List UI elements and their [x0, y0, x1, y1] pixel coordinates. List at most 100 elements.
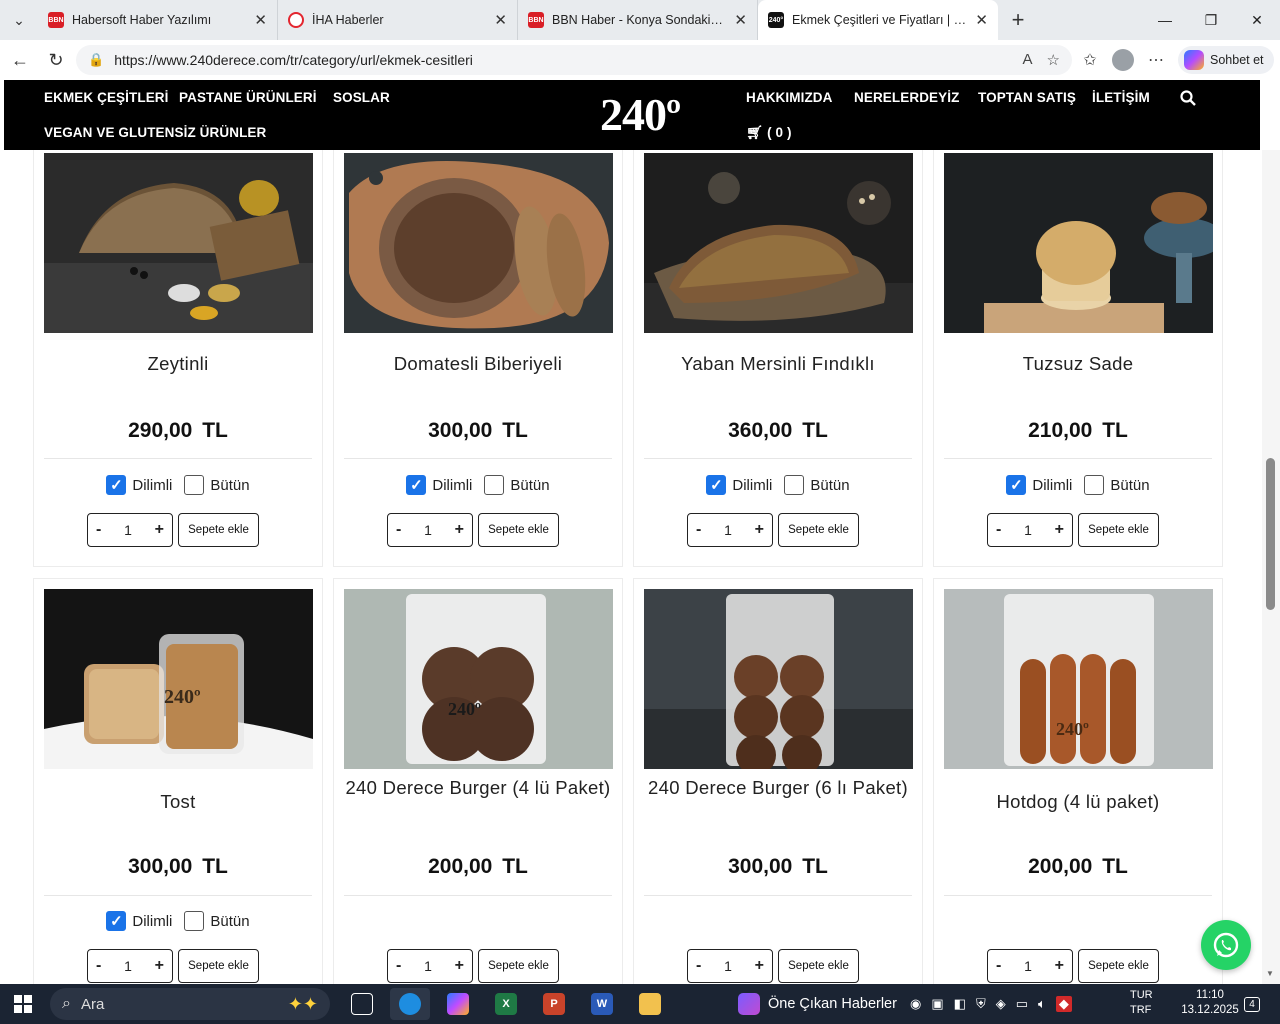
quantity-value[interactable]: 1: [724, 958, 732, 974]
minimize-icon[interactable]: —: [1142, 0, 1188, 40]
tab-240derece[interactable]: 240° Ekmek Çeşitleri ve Fiyatları | 240 …: [758, 0, 998, 40]
add-to-cart-button[interactable]: Sepete ekle: [1078, 513, 1159, 547]
add-to-cart-button[interactable]: Sepete ekle: [478, 513, 559, 547]
checkbox-checked-icon[interactable]: ✓: [106, 475, 127, 495]
news-widget[interactable]: Öne Çıkan Haberler: [738, 988, 897, 1020]
option-butun[interactable]: Bütün: [184, 911, 250, 931]
refresh-icon[interactable]: ↻: [38, 42, 74, 78]
input-language-indicator[interactable]: TUR TRF: [1130, 988, 1153, 1018]
taskbar-clock[interactable]: 11:10 13.12.2025: [1180, 988, 1240, 1018]
nav-pastane-urunleri[interactable]: PASTANE ÜRÜNLERİ: [179, 90, 317, 105]
option-butun[interactable]: Bütün: [784, 475, 850, 495]
increase-button[interactable]: +: [155, 521, 164, 539]
tray-app-icon[interactable]: ◉: [910, 996, 921, 1012]
product-image-toast-bread[interactable]: 240º: [44, 589, 313, 769]
whatsapp-button[interactable]: [1201, 920, 1251, 970]
nav-soslar[interactable]: SOSLAR: [333, 90, 390, 105]
nav-nerelerdeyiz[interactable]: NERELERDEYİZ: [854, 90, 959, 105]
decrease-button[interactable]: -: [696, 957, 701, 975]
add-to-cart-button[interactable]: Sepete ekle: [178, 513, 259, 547]
increase-button[interactable]: +: [1055, 521, 1064, 539]
increase-button[interactable]: +: [455, 521, 464, 539]
option-butun[interactable]: Bütün: [184, 475, 250, 495]
checkbox-checked-icon[interactable]: ✓: [106, 911, 127, 931]
tab-iha[interactable]: İHA Haberler ✕: [278, 0, 518, 40]
checkbox-checked-icon[interactable]: ✓: [706, 475, 727, 495]
add-to-cart-button[interactable]: Sepete ekle: [778, 949, 859, 983]
nav-iletisim[interactable]: İLETİŞİM: [1092, 90, 1150, 105]
product-image-saltless-bread[interactable]: [944, 153, 1213, 333]
brand-logo[interactable]: 240º: [600, 88, 681, 141]
decrease-button[interactable]: -: [96, 521, 101, 539]
checkbox-icon[interactable]: [1084, 475, 1105, 495]
decrease-button[interactable]: -: [396, 957, 401, 975]
decrease-button[interactable]: -: [96, 957, 101, 975]
checkbox-icon[interactable]: [784, 475, 805, 495]
quantity-value[interactable]: 1: [424, 522, 432, 538]
increase-button[interactable]: +: [1055, 957, 1064, 975]
favorites-icon[interactable]: ✩: [1076, 50, 1104, 70]
file-explorer-icon[interactable]: [630, 988, 670, 1020]
product-name[interactable]: Zeytinli: [34, 351, 322, 376]
shield-icon[interactable]: ⛨: [976, 996, 986, 1012]
cart-link[interactable]: 🛒︎ ( 0 ): [746, 125, 792, 141]
increase-button[interactable]: +: [455, 957, 464, 975]
nav-ekmek-cesitleri[interactable]: EKMEK ÇEŞİTLERİ: [44, 90, 169, 105]
task-view-icon[interactable]: [342, 988, 382, 1020]
option-dilimli[interactable]: ✓ Dilimli: [106, 911, 172, 931]
more-options-icon[interactable]: ⋯: [1142, 50, 1170, 70]
option-dilimli[interactable]: ✓ Dilimli: [406, 475, 472, 495]
url-field[interactable]: 🔒 https://www.240derece.com/tr/category/…: [76, 45, 1072, 75]
product-image-burger-6[interactable]: [644, 589, 913, 769]
product-name[interactable]: 240 Derece Burger (4 lü Paket): [334, 775, 622, 800]
edge-browser-icon[interactable]: [390, 988, 430, 1020]
checkbox-checked-icon[interactable]: ✓: [406, 475, 427, 495]
product-image-hotdog-4[interactable]: 240º: [944, 589, 1213, 769]
tray-app-icon[interactable]: ◆: [1055, 996, 1072, 1012]
quantity-value[interactable]: 1: [1024, 958, 1032, 974]
scroll-down-arrow-icon[interactable]: ▼: [1266, 969, 1274, 978]
add-to-cart-button[interactable]: Sepete ekle: [178, 949, 259, 983]
copilot-button[interactable]: Sohbet et: [1178, 46, 1274, 74]
product-name[interactable]: Tost: [34, 789, 322, 814]
decrease-button[interactable]: -: [396, 521, 401, 539]
checkbox-icon[interactable]: [484, 475, 505, 495]
search-icon[interactable]: [1180, 90, 1196, 111]
close-window-icon[interactable]: ✕: [1234, 0, 1280, 40]
add-to-cart-button[interactable]: Sepete ekle: [478, 949, 559, 983]
quantity-value[interactable]: 1: [1024, 522, 1032, 538]
close-icon[interactable]: ✕: [254, 11, 267, 29]
nav-hakkimizda[interactable]: HAKKIMIZDA: [746, 90, 833, 105]
copilot-app-icon[interactable]: [438, 988, 478, 1020]
new-tab-icon[interactable]: +: [998, 7, 1038, 33]
product-image-tomato-rosemary-bread[interactable]: [344, 153, 613, 333]
checkbox-icon[interactable]: [184, 475, 205, 495]
product-name[interactable]: Yaban Mersinli Fındıklı: [634, 351, 922, 376]
option-butun[interactable]: Bütün: [1084, 475, 1150, 495]
product-image-olive-bread[interactable]: [44, 153, 313, 333]
close-icon[interactable]: ✕: [975, 11, 988, 29]
product-name[interactable]: Domatesli Biberiyeli: [334, 351, 622, 376]
product-name[interactable]: 240 Derece Burger (6 lı Paket): [634, 775, 922, 800]
increase-button[interactable]: +: [755, 957, 764, 975]
profile-avatar[interactable]: [1112, 49, 1134, 71]
back-arrow-icon[interactable]: ←: [2, 42, 38, 78]
product-name[interactable]: Hotdog (4 lü paket): [934, 789, 1222, 814]
option-dilimli[interactable]: ✓ Dilimli: [106, 475, 172, 495]
taskbar-search-input[interactable]: ⌕ Ara ✦✦: [50, 988, 330, 1020]
volume-icon[interactable]: 🔈︎: [1038, 996, 1046, 1012]
favorite-star-icon[interactable]: ☆: [1047, 51, 1060, 69]
tray-app-icon[interactable]: ◧: [954, 996, 966, 1012]
increase-button[interactable]: +: [155, 957, 164, 975]
notification-center-icon[interactable]: 4: [1240, 992, 1264, 1016]
checkbox-checked-icon[interactable]: ✓: [1006, 475, 1027, 495]
quantity-value[interactable]: 1: [724, 522, 732, 538]
page-scrollbar[interactable]: ▼: [1262, 150, 1280, 984]
option-dilimli[interactable]: ✓ Dilimli: [1006, 475, 1072, 495]
quantity-value[interactable]: 1: [424, 958, 432, 974]
decrease-button[interactable]: -: [696, 521, 701, 539]
product-image-blueberry-hazelnut-bread[interactable]: [644, 153, 913, 333]
windows-start-icon[interactable]: [0, 984, 46, 1024]
powerpoint-icon[interactable]: P: [534, 988, 574, 1020]
tab-bbn[interactable]: BBN BBN Haber - Konya Sondakika - Konya …: [518, 0, 758, 40]
